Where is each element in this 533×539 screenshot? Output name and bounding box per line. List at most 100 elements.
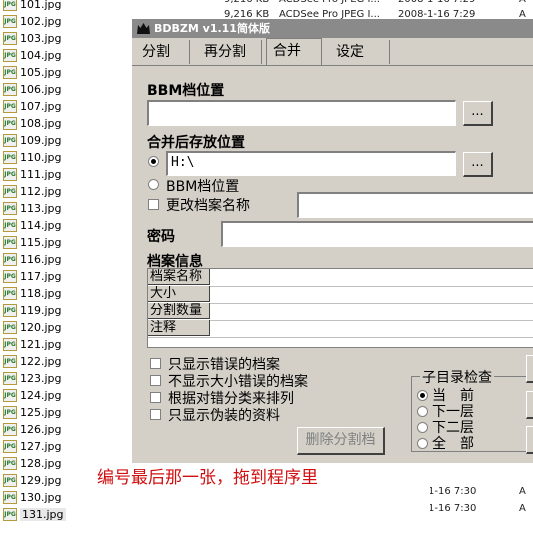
destination-field[interactable]: H:\ xyxy=(166,151,456,176)
subdir-check-group: 子目录检查 当 前 下一层 下二层 全 部 xyxy=(411,367,533,452)
subdir-all-radio[interactable] xyxy=(417,438,428,449)
right-edge-button-3[interactable] xyxy=(526,426,533,454)
background-row-type: ACDSee Pro JPEG I... xyxy=(279,0,380,5)
jpg-file-icon: JPG xyxy=(3,457,17,470)
file-name: 111.jpg xyxy=(20,168,62,181)
file-list-item[interactable]: JPG 105.jpg xyxy=(0,64,62,81)
file-list-item[interactable]: JPG 112.jpg xyxy=(0,183,62,200)
background-row-date: 2008-1-16 7:29 xyxy=(398,0,475,5)
file-list-item[interactable]: JPG 114.jpg xyxy=(0,217,62,234)
tab-strip: 分割 再分割 合并 设定 xyxy=(132,38,533,65)
file-name: 124.jpg xyxy=(20,389,62,402)
jpg-file-icon: JPG xyxy=(3,83,17,96)
jpg-file-icon: JPG xyxy=(3,355,17,368)
bbm-location-label: BBM档位置 xyxy=(147,83,225,99)
file-name: 107.jpg xyxy=(20,100,62,113)
file-list-item[interactable]: JPG 115.jpg xyxy=(0,234,62,251)
file-name: 117.jpg xyxy=(20,270,62,283)
option-show-disguised-checkbox[interactable] xyxy=(150,409,161,420)
subdir-check-title: 子目录检查 xyxy=(420,367,494,387)
background-row-date: 1-16 7:30 xyxy=(428,503,477,514)
bbm-location-field[interactable] xyxy=(147,100,456,126)
file-list-item[interactable]: JPG 113.jpg xyxy=(0,200,62,217)
jpg-file-icon: JPG xyxy=(3,440,17,453)
file-list-item[interactable]: JPG 131.jpg xyxy=(0,506,66,523)
bbm-browse-button[interactable]: ... xyxy=(463,101,493,126)
file-info-grid: 档案名称 大小 分割数量 注释 xyxy=(147,268,533,348)
file-list-item[interactable]: JPG 109.jpg xyxy=(0,132,62,149)
file-name: 118.jpg xyxy=(20,287,62,300)
tab-merge[interactable]: 合并 xyxy=(266,38,322,65)
file-list-item[interactable]: JPG 125.jpg xyxy=(0,404,62,421)
file-list-item[interactable]: JPG 126.jpg xyxy=(0,421,62,438)
file-list-item[interactable]: JPG 119.jpg xyxy=(0,302,62,319)
destination-browse-button[interactable]: ... xyxy=(463,152,493,177)
subdir-current-radio[interactable] xyxy=(417,390,428,401)
jpg-file-icon: JPG xyxy=(3,287,17,300)
jpg-file-icon: JPG xyxy=(3,321,17,334)
right-edge-button-1[interactable] xyxy=(526,355,533,383)
file-list-item[interactable]: JPG 123.jpg xyxy=(0,370,62,387)
jpg-file-icon: JPG xyxy=(3,0,17,11)
file-name: 108.jpg xyxy=(20,117,62,130)
file-name: 103.jpg xyxy=(20,32,62,45)
rename-label: 更改档案名称 xyxy=(166,198,250,214)
file-name: 116.jpg xyxy=(20,253,62,266)
rename-checkbox[interactable] xyxy=(148,199,159,210)
tab-resplit[interactable]: 再分割 xyxy=(198,40,262,64)
jpg-file-icon: JPG xyxy=(3,15,17,28)
file-list-item[interactable]: JPG 111.jpg xyxy=(0,166,62,183)
option-sort-by-status-checkbox[interactable] xyxy=(150,392,161,403)
file-name: 130.jpg xyxy=(20,491,62,504)
file-name: 110.jpg xyxy=(20,151,62,164)
title-bar: BDBZM v1.11简体版 xyxy=(132,19,533,38)
right-edge-button-2[interactable] xyxy=(526,391,533,419)
file-list-item[interactable]: JPG 129.jpg xyxy=(0,472,62,489)
jpg-file-icon: JPG xyxy=(3,474,17,487)
option-hide-size-errors-checkbox[interactable] xyxy=(150,375,161,386)
tab-settings[interactable]: 设定 xyxy=(330,40,390,64)
file-list-item[interactable]: JPG 128.jpg xyxy=(0,455,62,472)
jpg-file-icon: JPG xyxy=(3,389,17,402)
rename-field[interactable] xyxy=(297,192,533,218)
file-list-item[interactable]: JPG 116.jpg xyxy=(0,251,62,268)
password-field[interactable] xyxy=(221,221,533,247)
file-list-item[interactable]: JPG 106.jpg xyxy=(0,81,62,98)
option-show-disguised-label: 只显示伪装的资料 xyxy=(168,408,280,424)
file-list-item[interactable]: JPG 124.jpg xyxy=(0,387,62,404)
file-list-item[interactable]: JPG 104.jpg xyxy=(0,47,62,64)
tab-split[interactable]: 分割 xyxy=(136,40,190,64)
file-name: 114.jpg xyxy=(20,219,62,232)
file-list-item[interactable]: JPG 120.jpg xyxy=(0,319,62,336)
delete-split-files-button[interactable]: 删除分割档 xyxy=(297,427,385,455)
jpg-file-icon: JPG xyxy=(3,236,17,249)
file-list-item[interactable]: JPG 107.jpg xyxy=(0,98,62,115)
file-list-item[interactable]: JPG 127.jpg xyxy=(0,438,62,455)
dest-bbm-radio[interactable] xyxy=(148,179,159,190)
file-list-item[interactable]: JPG 117.jpg xyxy=(0,268,62,285)
jpg-file-icon: JPG xyxy=(3,253,17,266)
file-list-item[interactable]: JPG 118.jpg xyxy=(0,285,62,302)
subdir-next-level-radio[interactable] xyxy=(417,406,428,417)
file-list-item[interactable]: JPG 103.jpg xyxy=(0,30,62,47)
option-show-errors-checkbox[interactable] xyxy=(150,358,161,369)
file-list-item[interactable]: JPG 110.jpg xyxy=(0,149,62,166)
jpg-file-icon: JPG xyxy=(3,304,17,317)
file-name: 128.jpg xyxy=(20,457,62,470)
file-name: 129.jpg xyxy=(20,474,62,487)
background-row-size: 9,216 KB xyxy=(224,0,269,5)
jpg-file-icon: JPG xyxy=(3,100,17,113)
info-row-filename: 档案名称 xyxy=(148,269,210,285)
subdir-two-levels-radio[interactable] xyxy=(417,422,428,433)
dest-custom-radio[interactable] xyxy=(148,156,159,167)
file-list-item[interactable]: JPG 121.jpg xyxy=(0,336,62,353)
jpg-file-icon: JPG xyxy=(3,168,17,181)
file-list-item[interactable]: JPG 101.jpg xyxy=(0,0,62,13)
file-name: 112.jpg xyxy=(20,185,62,198)
file-list-item[interactable]: JPG 122.jpg xyxy=(0,353,62,370)
file-list-item[interactable]: JPG 102.jpg xyxy=(0,13,62,30)
file-list-item[interactable]: JPG 108.jpg xyxy=(0,115,62,132)
file-name: 120.jpg xyxy=(20,321,62,334)
file-list-item[interactable]: JPG 130.jpg xyxy=(0,489,62,506)
jpg-file-icon: JPG xyxy=(3,219,17,232)
